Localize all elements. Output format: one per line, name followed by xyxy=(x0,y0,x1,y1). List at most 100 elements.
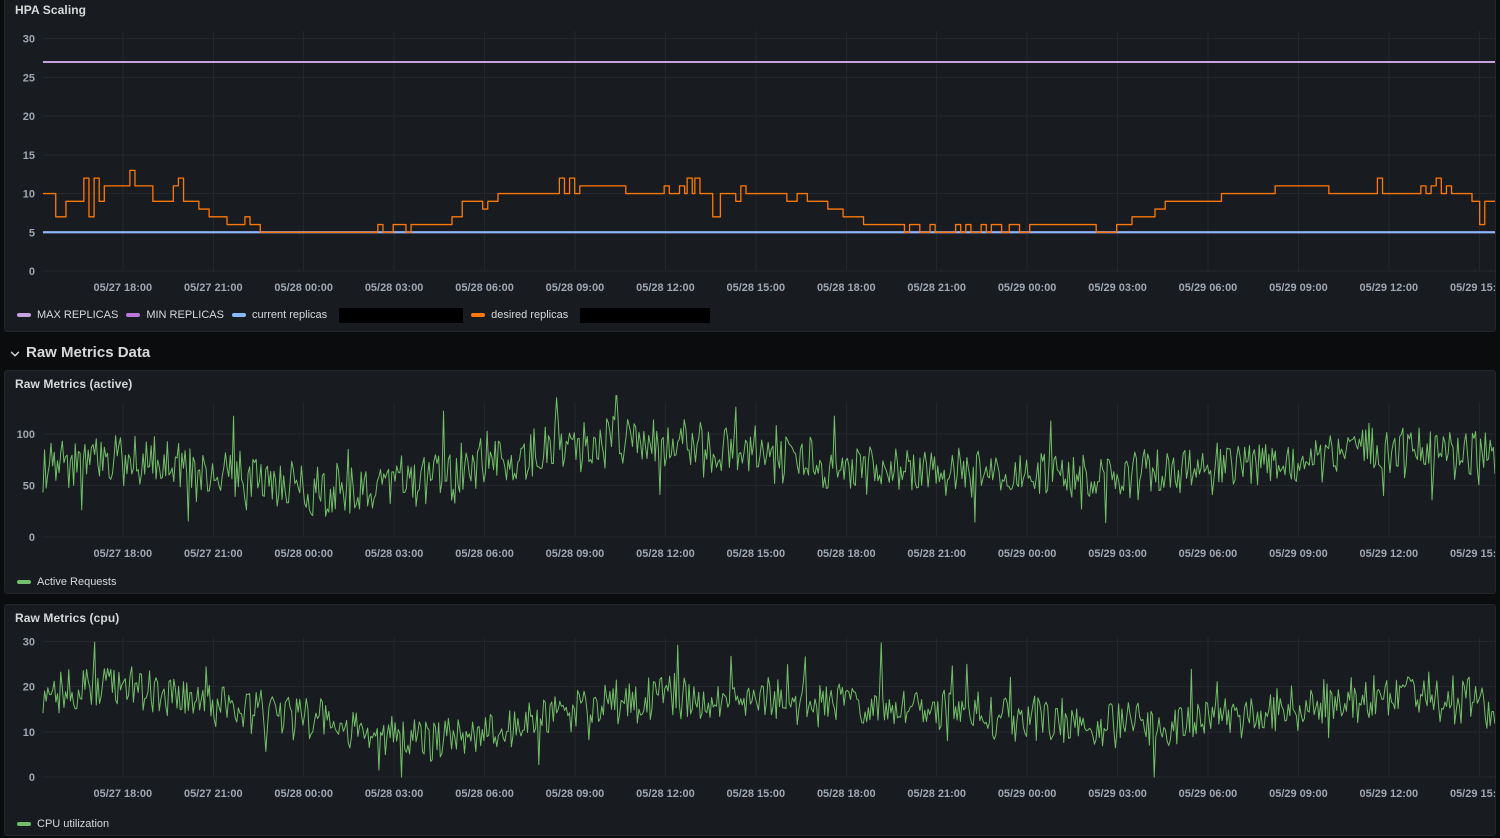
svg-text:05/28 12:00: 05/28 12:00 xyxy=(636,282,695,294)
svg-text:05/28 00:00: 05/28 00:00 xyxy=(274,282,333,294)
svg-text:05/28 12:00: 05/28 12:00 xyxy=(636,788,695,800)
svg-text:05/27 18:00: 05/27 18:00 xyxy=(94,788,153,800)
svg-text:05/27 18:00: 05/27 18:00 xyxy=(94,282,153,294)
svg-text:05/28 03:00: 05/28 03:00 xyxy=(365,282,424,294)
legend-item-label: Active Requests xyxy=(37,576,117,588)
legend-color-swatch xyxy=(471,313,486,317)
svg-text:05/28 18:00: 05/28 18:00 xyxy=(817,282,876,294)
legend-raw-metrics-cpu[interactable]: CPU utilization xyxy=(5,815,1495,833)
svg-text:100: 100 xyxy=(17,429,35,441)
svg-text:05/29 15:00: 05/29 15:00 xyxy=(1450,282,1495,294)
svg-text:05/28 03:00: 05/28 03:00 xyxy=(365,788,424,800)
svg-text:05/27 21:00: 05/27 21:00 xyxy=(184,282,243,294)
svg-text:05/29 03:00: 05/29 03:00 xyxy=(1088,548,1147,560)
svg-text:05/28 09:00: 05/28 09:00 xyxy=(546,548,605,560)
svg-text:05/29 15:00: 05/29 15:00 xyxy=(1450,788,1495,800)
plot-hpa-scaling[interactable]: 0 5 10 15 20 25 30 05/27 18:00 05/27 21:00 05/28 … xyxy=(5,21,1495,303)
svg-text:05/28 06:00: 05/28 06:00 xyxy=(455,788,514,800)
svg-text:05/28 00:00: 05/28 00:00 xyxy=(274,788,333,800)
svg-text:10: 10 xyxy=(23,727,35,739)
svg-text:05/28 21:00: 05/28 21:00 xyxy=(907,282,966,294)
svg-text:25: 25 xyxy=(23,72,35,84)
svg-text:30: 30 xyxy=(23,637,35,649)
svg-text:05/27 18:00: 05/27 18:00 xyxy=(94,548,153,560)
svg-text:05/28 15:00: 05/28 15:00 xyxy=(727,788,786,800)
svg-text:30: 30 xyxy=(23,34,35,46)
svg-text:05/29 12:00: 05/29 12:00 xyxy=(1360,788,1419,800)
legend-item[interactable]: desired replicas xyxy=(471,307,711,323)
legend-color-swatch xyxy=(17,822,31,826)
svg-text:05/29 12:00: 05/29 12:00 xyxy=(1360,548,1419,560)
svg-text:05/28 00:00: 05/28 00:00 xyxy=(274,548,333,560)
svg-text:05/28 15:00: 05/28 15:00 xyxy=(727,282,786,294)
svg-text:05/29 00:00: 05/29 00:00 xyxy=(998,282,1057,294)
legend-item[interactable]: current replicas xyxy=(231,307,464,323)
svg-text:05/29 09:00: 05/29 09:00 xyxy=(1269,282,1328,294)
legend-item-label: current replicas xyxy=(251,309,328,321)
svg-text:05/28 06:00: 05/28 06:00 xyxy=(455,548,514,560)
panel-title-hpa-scaling: HPA Scaling xyxy=(15,3,87,17)
legend-item[interactable]: MAX REPLICAS xyxy=(17,309,118,321)
svg-text:15: 15 xyxy=(23,150,35,162)
legend-item-label: MIN REPLICAS xyxy=(146,309,224,321)
legend-color-swatch xyxy=(17,313,31,317)
svg-text:0: 0 xyxy=(29,532,35,544)
legend-item-label: desired replicas xyxy=(491,309,569,321)
svg-text:05/29 09:00: 05/29 09:00 xyxy=(1269,788,1328,800)
hpa-plot-svg: 0 5 10 15 20 25 30 05/27 18:00 05/27 21:00 05/28 … xyxy=(23,31,1495,294)
svg-text:05/28 06:00: 05/28 06:00 xyxy=(455,282,514,294)
svg-text:05/29 06:00: 05/29 06:00 xyxy=(1179,548,1238,560)
legend-color-swatch xyxy=(17,580,31,584)
legend-item-label: CPU utilization xyxy=(37,818,110,830)
panel-title-raw-metrics-cpu: Raw Metrics (cpu) xyxy=(15,611,120,625)
svg-text:05/29 03:00: 05/29 03:00 xyxy=(1088,788,1147,800)
legend-raw-metrics-active[interactable]: Active Requests xyxy=(5,573,1495,591)
svg-text:10: 10 xyxy=(23,189,35,201)
panel-hpa-scaling[interactable]: HPA Scaling 0 5 10 15 20 25 30 05/27 18:00 05/27… xyxy=(4,0,1496,332)
svg-text:05/28 03:00: 05/28 03:00 xyxy=(365,548,424,560)
plot-raw-metrics-active[interactable]: 0 50 100 05/27 18:00 05/27 21:00 05/28 00:00 0… xyxy=(5,395,1495,571)
svg-text:05/28 15:00: 05/28 15:00 xyxy=(727,548,786,560)
svg-text:05/28 21:00: 05/28 21:00 xyxy=(907,788,966,800)
legend-color-swatch xyxy=(126,313,141,317)
redacted-value xyxy=(580,307,711,323)
svg-text:05/29 15:00: 05/29 15:00 xyxy=(1450,548,1495,560)
svg-text:05/29 09:00: 05/29 09:00 xyxy=(1269,548,1328,560)
svg-text:05/27 21:00: 05/27 21:00 xyxy=(184,788,243,800)
svg-text:05/27 21:00: 05/27 21:00 xyxy=(184,548,243,560)
chevron-down-icon xyxy=(10,349,20,359)
redacted-value xyxy=(339,307,464,323)
cpu-plot-svg: 0 10 20 30 05/27 18:00 05/27 21:00 05/28 00:00… xyxy=(23,637,1495,800)
svg-text:50: 50 xyxy=(23,480,35,492)
row-header-label: Raw Metrics Data xyxy=(26,344,151,361)
row-header-raw-metrics-data[interactable]: Raw Metrics Data xyxy=(10,344,150,361)
svg-text:0: 0 xyxy=(29,266,35,278)
legend-hpa-scaling[interactable]: MAX REPLICAS MIN REPLICAS current replicas… xyxy=(5,305,1495,325)
svg-text:05/29 12:00: 05/29 12:00 xyxy=(1360,282,1419,294)
svg-text:05/29 00:00: 05/29 00:00 xyxy=(998,788,1057,800)
legend-color-swatch xyxy=(231,313,246,317)
svg-text:5: 5 xyxy=(29,227,35,239)
svg-text:05/29 06:00: 05/29 06:00 xyxy=(1179,282,1238,294)
svg-text:05/29 03:00: 05/29 03:00 xyxy=(1088,282,1147,294)
active-plot-svg: 0 50 100 05/27 18:00 05/27 21:00 05/28 00:00 0… xyxy=(17,395,1495,560)
svg-text:0: 0 xyxy=(29,772,35,784)
svg-text:05/28 18:00: 05/28 18:00 xyxy=(817,548,876,560)
legend-item[interactable]: Active Requests xyxy=(17,576,116,588)
svg-text:05/28 21:00: 05/28 21:00 xyxy=(907,548,966,560)
svg-text:05/29 06:00: 05/29 06:00 xyxy=(1179,788,1238,800)
svg-text:05/28 12:00: 05/28 12:00 xyxy=(636,548,695,560)
plot-raw-metrics-cpu[interactable]: 0 10 20 30 05/27 18:00 05/27 21:00 05/28 00:00… xyxy=(5,629,1495,813)
grafana-dashboard: HPA Scaling 0 5 10 15 20 25 30 05/27 18:00 05/27… xyxy=(0,0,1500,838)
svg-text:05/28 09:00: 05/28 09:00 xyxy=(546,282,605,294)
svg-text:05/28 18:00: 05/28 18:00 xyxy=(817,788,876,800)
panel-raw-metrics-cpu[interactable]: Raw Metrics (cpu) 0 10 20 30 05/27 18:00 05/2… xyxy=(4,604,1496,836)
panel-raw-metrics-active[interactable]: Raw Metrics (active) 0 50 100 05/27 18:00 05… xyxy=(4,370,1496,594)
legend-item[interactable]: CPU utilization xyxy=(17,818,109,830)
svg-text:05/29 00:00: 05/29 00:00 xyxy=(998,548,1057,560)
legend-item-label: MAX REPLICAS xyxy=(37,309,119,321)
legend-item[interactable]: MIN REPLICAS xyxy=(126,309,224,321)
panel-title-raw-metrics-active: Raw Metrics (active) xyxy=(15,377,133,391)
svg-text:20: 20 xyxy=(23,682,35,694)
svg-text:20: 20 xyxy=(23,111,35,123)
